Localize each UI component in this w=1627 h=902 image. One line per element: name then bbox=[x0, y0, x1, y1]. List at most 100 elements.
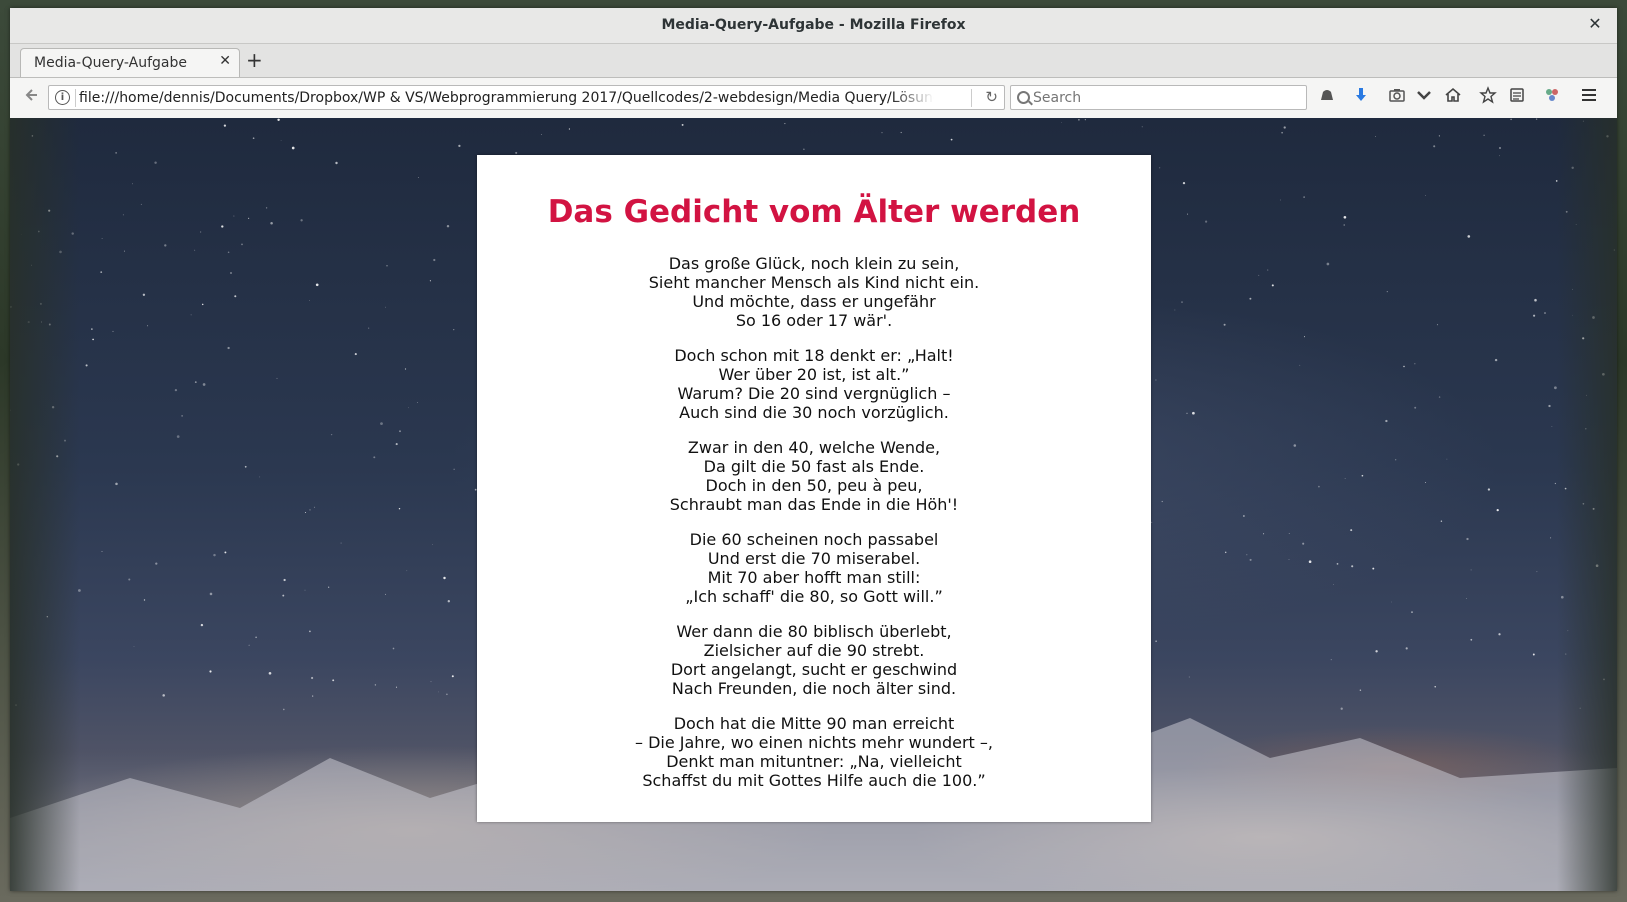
download-icon[interactable] bbox=[1349, 86, 1373, 110]
star bbox=[194, 249, 196, 251]
poem-stanza: Die 60 scheinen noch passabel Und erst di… bbox=[477, 530, 1151, 606]
star bbox=[133, 646, 135, 647]
star bbox=[270, 222, 273, 225]
star bbox=[234, 295, 237, 298]
star bbox=[1224, 551, 1227, 554]
star bbox=[1425, 482, 1427, 484]
window-titlebar[interactable]: Media-Query-Aufgabe - Mozilla Firefox ✕ bbox=[10, 8, 1617, 44]
star bbox=[1333, 584, 1334, 585]
poem-line: – Die Jahre, wo einen nichts mehr wunder… bbox=[635, 733, 993, 752]
star bbox=[143, 599, 146, 601]
star bbox=[354, 353, 357, 356]
poem-line: Doch schon mit 18 denkt er: „Halt! bbox=[674, 346, 954, 365]
star bbox=[213, 553, 216, 557]
star bbox=[276, 377, 278, 379]
star bbox=[784, 123, 786, 125]
star bbox=[1544, 312, 1546, 314]
star bbox=[1554, 482, 1557, 485]
star bbox=[1299, 364, 1301, 366]
star bbox=[1403, 365, 1405, 368]
bookmark-star-icon[interactable] bbox=[1476, 86, 1500, 110]
star bbox=[568, 128, 570, 130]
poem-stanza: Wer dann die 80 biblisch überlebt, Zielsi… bbox=[477, 622, 1151, 698]
star bbox=[1343, 215, 1347, 219]
tab-label: Media-Query-Aufgabe bbox=[34, 55, 188, 71]
sync-icon[interactable] bbox=[1315, 86, 1339, 110]
url-text[interactable]: file:///home/dennis/Documents/Dropbox/WP… bbox=[79, 90, 934, 106]
star bbox=[200, 623, 204, 627]
star bbox=[803, 148, 805, 150]
window-close-button[interactable]: ✕ bbox=[1585, 14, 1605, 34]
new-tab-button[interactable]: + bbox=[246, 50, 263, 70]
star bbox=[1243, 515, 1245, 517]
extension-icon[interactable] bbox=[1540, 86, 1564, 110]
star bbox=[227, 346, 230, 350]
star bbox=[1496, 508, 1499, 512]
star bbox=[1151, 521, 1153, 523]
star bbox=[432, 544, 433, 545]
navigation-toolbar: i file:///home/dennis/Documents/Dropbox/… bbox=[10, 78, 1617, 119]
star bbox=[1534, 298, 1537, 302]
star bbox=[1375, 650, 1378, 653]
screenshot-icon[interactable] bbox=[1385, 86, 1409, 110]
star bbox=[1550, 537, 1552, 539]
star bbox=[162, 694, 165, 697]
tab-media-query-aufgabe[interactable]: Media-Query-Aufgabe ✕ bbox=[20, 48, 240, 77]
poem-line: Wer dann die 80 biblisch überlebt, bbox=[676, 622, 952, 641]
star bbox=[101, 550, 103, 552]
back-arrow-icon bbox=[25, 89, 37, 101]
star bbox=[446, 224, 450, 228]
star bbox=[224, 551, 227, 554]
reader-icon[interactable] bbox=[1505, 86, 1529, 110]
star bbox=[328, 586, 330, 588]
star bbox=[1281, 131, 1283, 134]
star bbox=[1141, 126, 1143, 128]
star bbox=[209, 592, 213, 596]
poem-line: Doch hat die Mitte 90 man erreicht bbox=[673, 714, 955, 733]
url-bar[interactable]: i file:///home/dennis/Documents/Dropbox/… bbox=[48, 85, 1005, 110]
star bbox=[385, 306, 386, 308]
poem-stanza: Das große Glück, noch klein zu sein, Sieh… bbox=[477, 254, 1151, 330]
browser-window: Media-Query-Aufgabe - Mozilla Firefox ✕ … bbox=[10, 8, 1617, 891]
star bbox=[1440, 520, 1443, 522]
star bbox=[399, 430, 401, 433]
reload-icon[interactable]: ↻ bbox=[985, 88, 998, 106]
tab-close-button[interactable]: ✕ bbox=[219, 53, 231, 69]
star bbox=[1318, 485, 1320, 488]
poem-line: Nach Freunden, die noch älter sind. bbox=[671, 679, 957, 698]
star bbox=[221, 225, 224, 228]
star bbox=[1446, 458, 1448, 460]
search-input[interactable] bbox=[1033, 90, 1293, 106]
poem-line: Zielsicher auf die 90 strebt. bbox=[703, 641, 925, 660]
star bbox=[181, 415, 183, 417]
star bbox=[304, 589, 306, 591]
star bbox=[1344, 478, 1346, 479]
poem-line: Denkt man mituntner: „Na, vielleicht bbox=[666, 752, 962, 771]
star bbox=[1302, 542, 1305, 545]
home-icon[interactable] bbox=[1441, 86, 1465, 110]
poem-title: Das Gedicht vom Älter werden bbox=[547, 194, 1081, 230]
star bbox=[1258, 274, 1260, 276]
star bbox=[1308, 560, 1312, 564]
star bbox=[164, 244, 167, 247]
star bbox=[1433, 145, 1436, 148]
star bbox=[1548, 404, 1551, 408]
star bbox=[1192, 411, 1195, 415]
search-bar[interactable] bbox=[1010, 85, 1307, 110]
poem-stanza: Doch hat die Mitte 90 man erreicht – Die … bbox=[477, 714, 1151, 790]
star bbox=[259, 476, 261, 478]
poem-line: Wer über 20 ist, ist alt.” bbox=[718, 365, 910, 384]
info-icon[interactable]: i bbox=[55, 90, 70, 105]
page-viewport[interactable]: Das Gedicht vom Älter werden Das große G… bbox=[10, 118, 1617, 891]
star bbox=[241, 243, 243, 246]
pocket-icon[interactable] bbox=[1412, 86, 1436, 110]
star bbox=[443, 576, 446, 580]
star bbox=[404, 368, 407, 370]
star bbox=[1359, 689, 1362, 692]
back-button[interactable] bbox=[18, 86, 44, 110]
menu-icon[interactable] bbox=[1577, 86, 1601, 110]
star bbox=[1186, 412, 1188, 414]
tab-bar: Media-Query-Aufgabe ✕ + bbox=[10, 44, 1617, 78]
star bbox=[1536, 571, 1538, 573]
star bbox=[395, 686, 398, 688]
